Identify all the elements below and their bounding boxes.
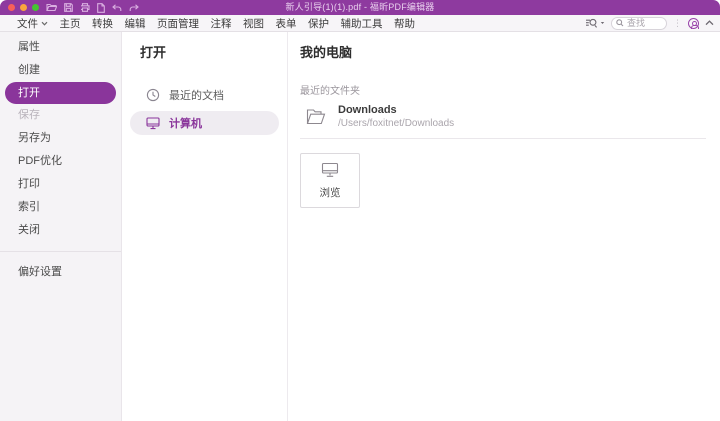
window-title: 新人引导(1)(1).pdf - 福昕PDF编辑器: [0, 0, 720, 15]
chevron-down-icon: [41, 21, 48, 26]
menu-tab-comment[interactable]: 注释: [211, 16, 232, 31]
menu-tab-view[interactable]: 视图: [243, 16, 264, 31]
menubar: 文件 主页 转换 编辑 页面管理 注释 视图 表单 保护 辅助工具 帮助 ⋮: [0, 15, 720, 32]
recent-folder-texts: Downloads /Users/foxitnet/Downloads: [338, 104, 454, 129]
menu-tabs: 文件 主页 转换 编辑 页面管理 注释 视图 表单 保护 辅助工具 帮助: [0, 16, 415, 31]
sidebar-item-save-as[interactable]: 另存为: [0, 127, 121, 150]
search-box: [611, 17, 667, 30]
location-item-recent-documents[interactable]: 最近的文档: [130, 83, 279, 107]
sidebar-item-print[interactable]: 打印: [0, 173, 121, 196]
location-item-label: 计算机: [169, 115, 202, 131]
sidebar-item-pdf-optimize[interactable]: PDF优化: [0, 150, 121, 173]
sidebar-item-save: 保存: [0, 104, 121, 127]
sidebar-item-properties[interactable]: 属性: [0, 36, 121, 59]
menu-tab-file-label: 文件: [17, 16, 38, 31]
menubar-right-tools: ⋮: [585, 17, 720, 30]
menu-tab-page-organize[interactable]: 页面管理: [157, 16, 199, 31]
content-title: 我的电脑: [300, 42, 706, 61]
location-item-computer[interactable]: 计算机: [130, 111, 279, 135]
recent-folder-name: Downloads: [338, 104, 454, 116]
chevron-up-icon: [705, 20, 714, 26]
my-computer-panel: 我的电脑 最近的文件夹 Downloads /Users/foxitnet/Do…: [288, 32, 720, 421]
collapse-toolbar-button[interactable]: [705, 20, 714, 26]
sidebar-item-open[interactable]: 打开: [5, 82, 116, 104]
sidebar-item-create[interactable]: 创建: [0, 59, 121, 82]
sidebar-item-index[interactable]: 索引: [0, 196, 121, 219]
titlebar: 新人引导(1)(1).pdf - 福昕PDF编辑器: [0, 0, 720, 15]
clock-icon: [146, 88, 160, 102]
menu-tab-form[interactable]: 表单: [276, 16, 297, 31]
find-replace-icon[interactable]: [585, 18, 605, 29]
recent-folders-label: 最近的文件夹: [300, 82, 706, 97]
browse-button-label: 浏览: [320, 185, 341, 200]
sidebar-divider: [0, 251, 121, 252]
search-input[interactable]: [627, 18, 662, 28]
menu-tab-file[interactable]: 文件: [17, 16, 48, 31]
search-icon: [616, 19, 624, 27]
foxit-pdf-editor-window: 新人引导(1)(1).pdf - 福昕PDF编辑器 文件 主页 转换 编辑 页面…: [0, 0, 720, 421]
caret-down-icon: [600, 21, 605, 25]
account-avatar-icon[interactable]: [688, 18, 699, 29]
file-menu-sidebar: 属性 创建 打开 保存 另存为 PDF优化 打印 索引 关闭 偏好设置: [0, 32, 122, 421]
more-dots-separator: ⋮: [673, 19, 682, 28]
menu-tab-accessibility[interactable]: 辅助工具: [341, 16, 383, 31]
menu-tab-edit[interactable]: 编辑: [125, 16, 146, 31]
backstage-view: 属性 创建 打开 保存 另存为 PDF优化 打印 索引 关闭 偏好设置 打开 最…: [0, 32, 720, 421]
sidebar-item-preferences[interactable]: 偏好设置: [0, 261, 121, 284]
browse-button[interactable]: 浏览: [300, 153, 360, 208]
recent-folder-item-downloads[interactable]: Downloads /Users/foxitnet/Downloads: [300, 104, 706, 139]
open-locations-panel: 打开 最近的文档 计算机: [122, 32, 288, 421]
folder-icon: [306, 108, 326, 125]
menu-tab-protect[interactable]: 保护: [308, 16, 329, 31]
open-panel-title: 打开: [122, 42, 287, 61]
computer-icon: [321, 162, 339, 178]
menu-tab-help[interactable]: 帮助: [394, 16, 415, 31]
open-locations-list: 最近的文档 计算机: [122, 83, 287, 135]
location-item-label: 最近的文档: [169, 87, 224, 103]
sidebar-item-close[interactable]: 关闭: [0, 219, 121, 242]
recent-folder-path: /Users/foxitnet/Downloads: [338, 118, 454, 129]
computer-icon: [146, 117, 160, 130]
menu-tab-home[interactable]: 主页: [60, 16, 81, 31]
menu-tab-convert[interactable]: 转换: [92, 16, 113, 31]
